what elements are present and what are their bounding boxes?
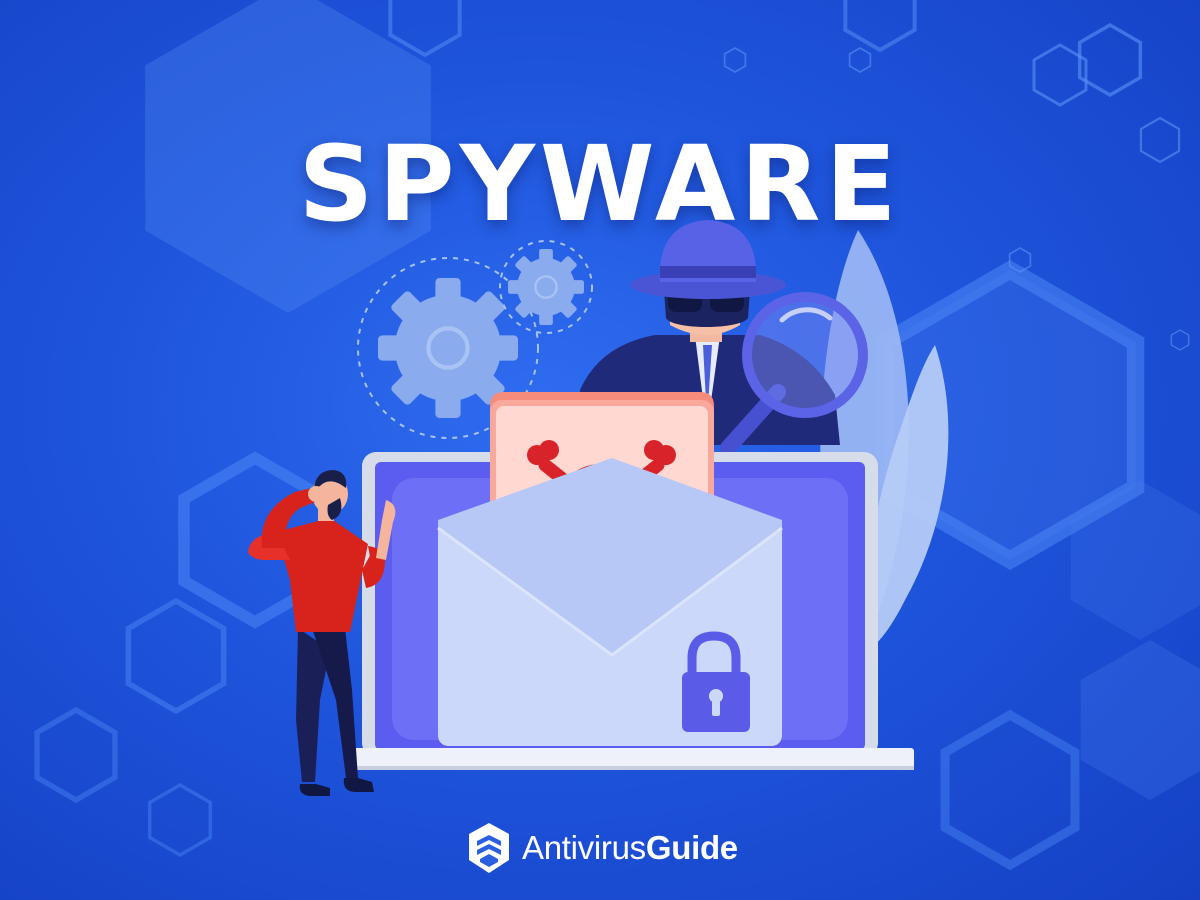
spyware-illustration: [248, 220, 949, 796]
spyware-banner: SPYWARE AntivirusGuide: [0, 0, 1200, 900]
shield-logo-icon: [469, 823, 509, 873]
brand-name-light: Antivirus: [522, 829, 646, 866]
brand-logo[interactable]: AntivirusGuide: [466, 818, 738, 878]
brand-name-bold: Guide: [645, 829, 738, 866]
gear-icon: [499, 240, 593, 334]
brand-name: AntivirusGuide: [522, 829, 738, 867]
